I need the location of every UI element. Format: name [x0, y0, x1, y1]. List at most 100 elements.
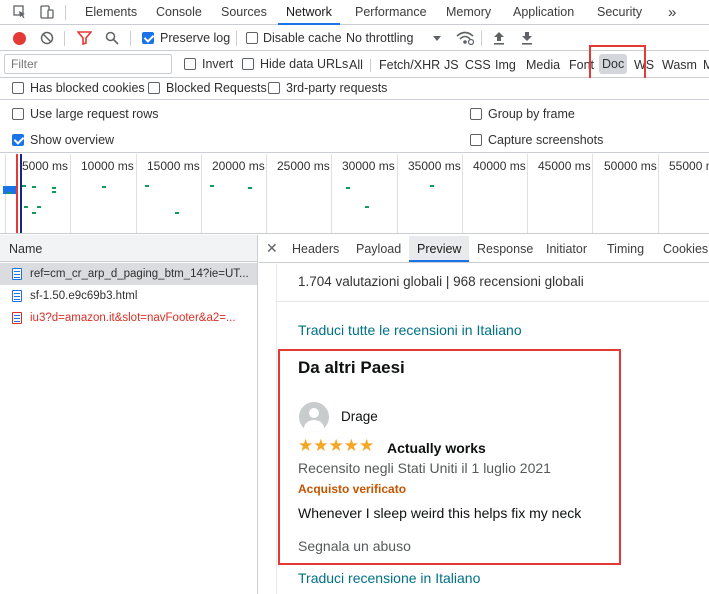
filter-img[interactable]: Img	[495, 55, 516, 75]
search-icon[interactable]	[105, 31, 119, 48]
filter-funnel-icon[interactable]	[76, 31, 93, 48]
timeline-dot	[248, 187, 252, 189]
filter-css[interactable]: CSS	[465, 55, 491, 75]
filter-media[interactable]: Media	[526, 55, 560, 75]
invert-checkbox[interactable]	[184, 58, 196, 70]
divider	[65, 5, 66, 20]
grid-line	[462, 154, 463, 233]
divider	[481, 31, 482, 46]
request-list-header: Name	[0, 235, 257, 262]
preserve-log-label: Preserve log	[160, 31, 231, 45]
disable-cache-checkbox[interactable]	[246, 32, 258, 44]
translate-all-link[interactable]: Traduci tutte le recensioni in Italiano	[298, 322, 522, 338]
show-overview-label: Show overview	[30, 133, 115, 147]
filter-fetch-xhr[interactable]: Fetch/XHR	[379, 55, 440, 75]
grid-line	[397, 154, 398, 233]
filter-wasm[interactable]: Wasm	[662, 55, 697, 75]
tab-payload[interactable]: Payload	[356, 236, 401, 262]
large-rows-checkbox[interactable]	[12, 108, 24, 120]
third-party-checkbox[interactable]	[268, 82, 280, 94]
timeline-tick: 50000 ms	[604, 159, 657, 173]
tab-network[interactable]: Network	[278, 0, 340, 25]
filter-all[interactable]: All	[349, 55, 363, 75]
tab-cookies[interactable]: Cookies	[663, 236, 708, 262]
request-row[interactable]: iu3?d=amazon.it&slot=navFooter&a2=...	[0, 307, 257, 329]
timeline-dot	[7, 192, 11, 194]
tab-application[interactable]: Application	[513, 0, 574, 25]
close-icon[interactable]: ✕	[266, 240, 278, 257]
tab-elements[interactable]: Elements	[85, 0, 137, 25]
timeline-dot	[346, 187, 350, 189]
timeline-dot	[37, 206, 41, 208]
timeline-tick: 25000 ms	[277, 159, 330, 173]
timeline-tick: 45000 ms	[538, 159, 591, 173]
tab-sources[interactable]: Sources	[221, 0, 267, 25]
third-party-label: 3rd-party requests	[286, 81, 388, 95]
throttling-select[interactable]: No throttling	[346, 31, 413, 45]
tab-response[interactable]: Response	[477, 236, 533, 262]
grid-line	[331, 154, 332, 233]
filter-manifest[interactable]: M	[703, 55, 709, 75]
tab-preview[interactable]: Preview	[409, 236, 470, 262]
chevron-down-icon[interactable]	[433, 36, 441, 41]
grid-line	[592, 154, 593, 233]
more-tabs-icon[interactable]: »	[668, 0, 676, 25]
invert-label: Invert	[202, 57, 234, 71]
request-row[interactable]: ref=cm_cr_arp_d_paging_btm_14?ie=UT...	[0, 263, 257, 285]
grid-line	[136, 154, 137, 233]
tab-headers[interactable]: Headers	[292, 236, 339, 262]
divider	[130, 31, 131, 46]
request-name: iu3?d=amazon.it&slot=navFooter&a2=...	[30, 312, 236, 324]
group-by-frame-checkbox[interactable]	[470, 108, 482, 120]
grid-line	[201, 154, 202, 233]
timeline-dot	[102, 186, 106, 188]
export-har-icon[interactable]	[521, 31, 533, 48]
has-blocked-cookies-checkbox[interactable]	[12, 82, 24, 94]
timeline-dot	[365, 206, 369, 208]
show-overview-checkbox[interactable]	[12, 134, 24, 146]
inspect-element-icon[interactable]	[13, 5, 27, 19]
timeline-tick: 20000 ms	[212, 159, 265, 173]
timeline-tick: 15000 ms	[147, 159, 200, 173]
name-column-header[interactable]: Name	[9, 242, 42, 256]
capture-screenshots-label: Capture screenshots	[488, 133, 604, 147]
timeline-tick: 10000 ms	[81, 159, 134, 173]
timeline-dot	[32, 212, 36, 214]
hide-data-urls-checkbox[interactable]	[242, 58, 254, 70]
tab-console[interactable]: Console	[156, 0, 202, 25]
tab-timing[interactable]: Timing	[607, 236, 644, 262]
document-icon	[12, 290, 22, 302]
devtools-tabbar: Elements Console Sources Network Perform…	[0, 0, 709, 25]
network-conditions-icon[interactable]	[456, 30, 475, 49]
record-icon[interactable]	[13, 32, 26, 45]
import-har-icon[interactable]	[493, 31, 505, 48]
highlight-box-review	[278, 349, 621, 565]
preserve-log-checkbox[interactable]	[142, 32, 154, 44]
timeline-tick: 55000 m	[669, 159, 709, 173]
timeline-dot	[145, 185, 149, 187]
device-toolbar-icon[interactable]	[40, 5, 54, 19]
blocked-requests-checkbox[interactable]	[148, 82, 160, 94]
filter-js[interactable]: JS	[444, 55, 459, 75]
overview-timeline[interactable]: 5000 ms 10000 ms 15000 ms 20000 ms 25000…	[0, 154, 709, 234]
divider	[236, 31, 237, 46]
timeline-dot	[52, 191, 56, 193]
load-event-line	[16, 154, 18, 233]
request-name: sf-1.50.e9c69b3.html	[30, 290, 138, 302]
tab-initiator[interactable]: Initiator	[546, 236, 587, 262]
document-icon	[12, 312, 22, 324]
filter-input[interactable]	[4, 54, 172, 74]
translate-review-link[interactable]: Traduci recensione in Italiano	[298, 570, 480, 586]
tab-security[interactable]: Security	[597, 0, 642, 25]
timeline-dot	[430, 185, 434, 187]
timeline-dot	[52, 187, 56, 189]
capture-screenshots-checkbox[interactable]	[470, 134, 482, 146]
clear-icon[interactable]	[40, 31, 54, 48]
timeline-dot	[175, 212, 179, 214]
tab-memory[interactable]: Memory	[446, 0, 491, 25]
has-blocked-cookies-label: Has blocked cookies	[30, 81, 145, 95]
timeline-dot	[22, 185, 26, 187]
tab-performance[interactable]: Performance	[355, 0, 427, 25]
request-row[interactable]: sf-1.50.e9c69b3.html	[0, 285, 257, 307]
grid-line	[266, 154, 267, 233]
